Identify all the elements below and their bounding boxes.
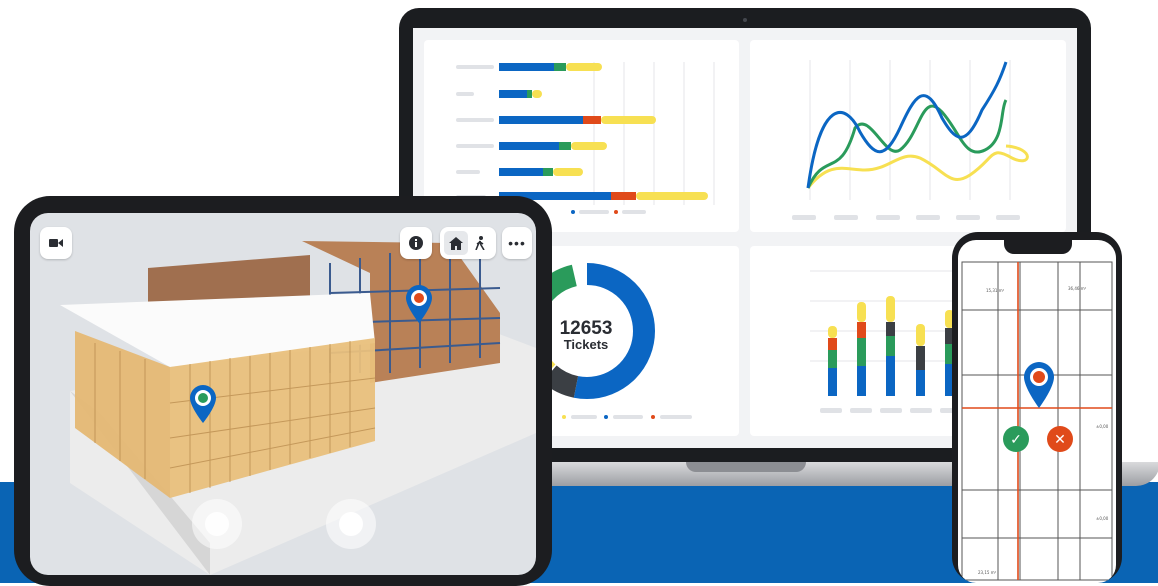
card-line-chart[interactable] — [750, 40, 1066, 232]
info-button[interactable] — [400, 227, 432, 259]
video-icon — [49, 239, 63, 247]
home-view-button[interactable] — [444, 231, 468, 255]
bar-row-1 — [499, 63, 602, 71]
view-mode-toggle[interactable] — [440, 227, 496, 259]
laptop-camera — [743, 18, 747, 22]
walk-icon — [475, 236, 485, 250]
room-area-1: 15,31 m² — [986, 288, 1005, 293]
floor-plan: 15,31 m² 36,46 m² 23,15 m² ±0,00 ±0,00 — [961, 261, 1113, 581]
more-icon: ••• — [508, 235, 526, 251]
home-icon — [449, 236, 463, 250]
building-3d-model — [60, 241, 536, 575]
plan-pin-icon[interactable] — [1024, 362, 1054, 408]
bar-row-3 — [499, 116, 656, 124]
bar-row-4 — [499, 142, 607, 150]
column-4 — [916, 324, 925, 396]
close-icon: ✕ — [1054, 430, 1066, 447]
info-icon — [409, 236, 423, 250]
check-icon: ✓ — [1010, 430, 1022, 447]
level-marker-2: ±0,00 — [1096, 516, 1109, 521]
bim-viewer-3d[interactable]: ••• — [30, 213, 536, 575]
series-yellow — [806, 144, 1029, 189]
floor-plan-viewer[interactable]: 15,31 m² 36,46 m² 23,15 m² ±0,00 ±0,00 ✓… — [958, 240, 1116, 583]
donut-legend — [562, 415, 692, 419]
pin-green-icon[interactable] — [190, 385, 216, 423]
look-joystick[interactable] — [326, 499, 376, 549]
phone-notch — [1004, 240, 1072, 254]
room-area-3: 23,15 m² — [978, 570, 997, 575]
column-1 — [828, 326, 837, 396]
column-3 — [886, 296, 895, 396]
confirm-button[interactable]: ✓ — [1003, 426, 1029, 452]
move-joystick[interactable] — [192, 499, 242, 549]
reject-button[interactable]: ✕ — [1047, 426, 1073, 452]
donut-label: Tickets — [563, 337, 609, 352]
laptop-notch — [686, 462, 806, 472]
pin-red-icon[interactable] — [406, 285, 432, 323]
column-2 — [857, 302, 866, 396]
chart-legend — [571, 210, 646, 214]
camera-button[interactable] — [40, 227, 72, 259]
line-chart — [792, 60, 1029, 220]
level-marker-1: ±0,00 — [1096, 424, 1109, 429]
bar-row-5 — [499, 168, 583, 176]
room-area-2: 36,46 m² — [1068, 286, 1087, 291]
more-button[interactable]: ••• — [502, 227, 532, 259]
bar-row-2 — [499, 90, 542, 98]
walk-view-button[interactable] — [468, 231, 492, 255]
